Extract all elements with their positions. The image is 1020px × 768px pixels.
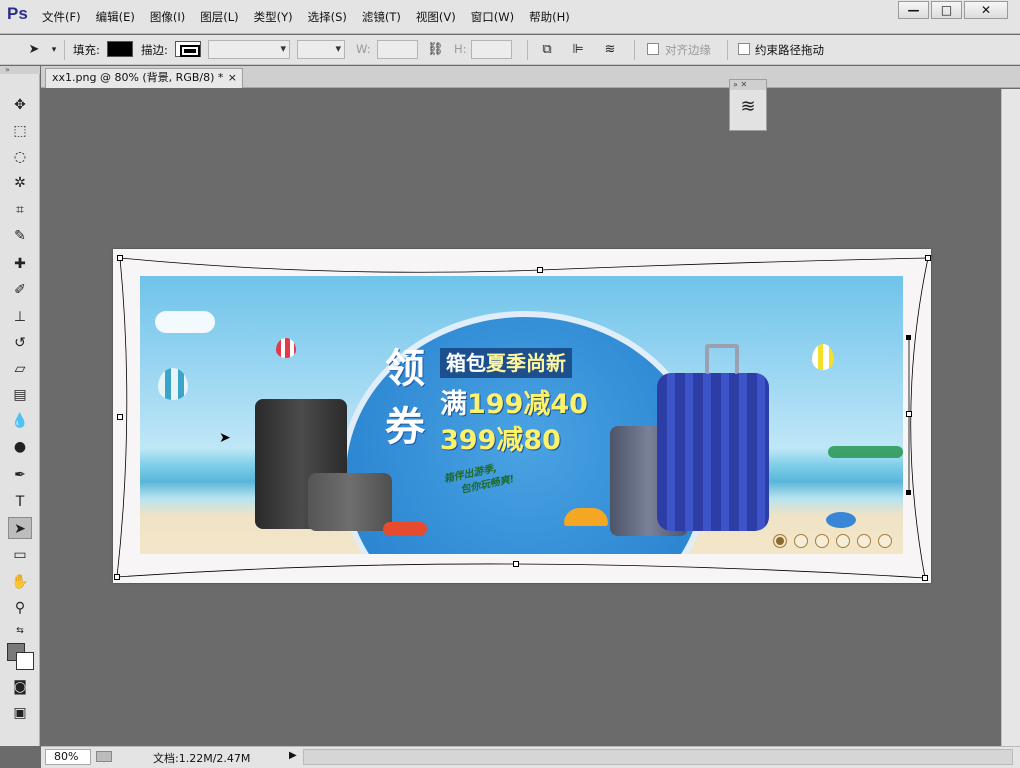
bezier-control-point[interactable] (906, 490, 911, 495)
transform-handle[interactable] (117, 255, 123, 261)
transform-handle[interactable] (925, 255, 931, 261)
warp-path-overlay (116, 257, 929, 579)
zoom-level-field[interactable]: 80% (45, 749, 91, 765)
transform-handle[interactable] (513, 561, 519, 567)
transform-handle[interactable] (117, 414, 123, 420)
transform-handle[interactable] (906, 411, 912, 417)
status-bar: 80% 文档:1.22M/2.47M ▶ (41, 746, 1020, 768)
mouse-cursor-icon: ➤ (219, 430, 231, 446)
horizontal-scrollbar[interactable] (303, 749, 1013, 765)
transform-handle[interactable] (114, 574, 120, 580)
preview-icon[interactable] (96, 751, 112, 762)
document-info: 文档:1.22M/2.47M (153, 752, 251, 765)
transform-handle[interactable] (537, 267, 543, 273)
warp-path-outline (116, 257, 929, 579)
bezier-control-point[interactable] (906, 335, 911, 340)
transform-handle[interactable] (922, 575, 928, 581)
status-menu-arrow-icon[interactable]: ▶ (289, 750, 297, 761)
